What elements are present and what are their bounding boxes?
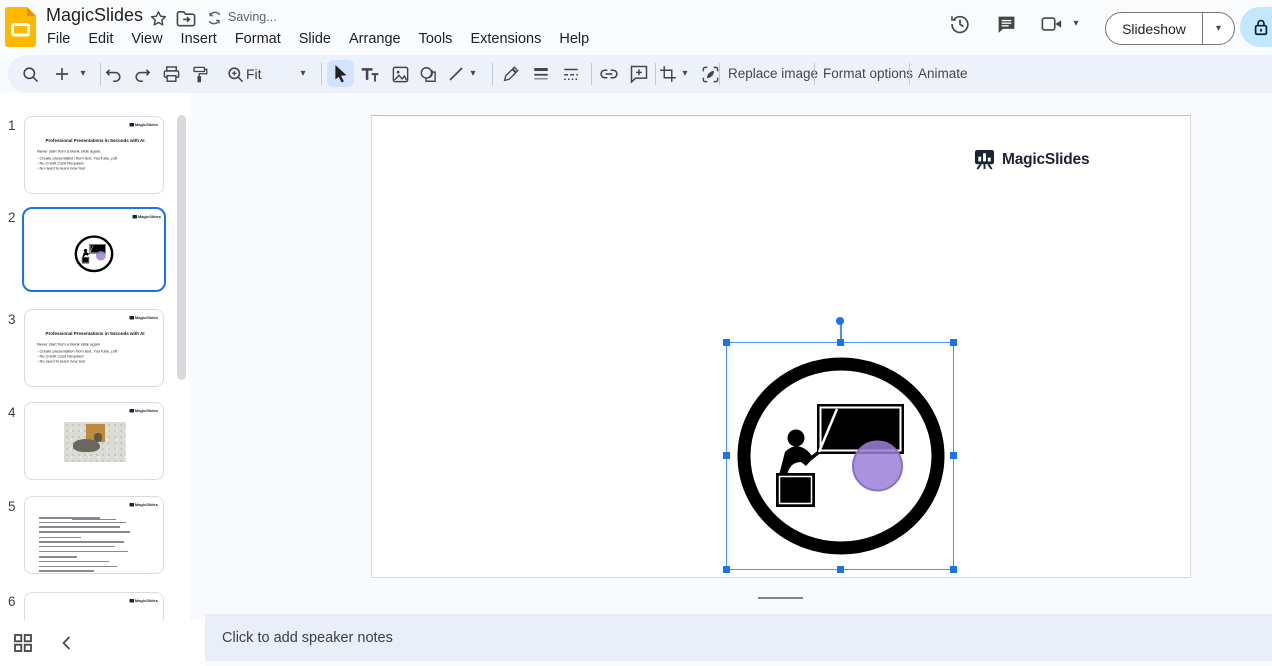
- crop-icon[interactable]: [656, 62, 680, 86]
- menu-extensions[interactable]: Extensions: [461, 28, 550, 50]
- slideshow-button[interactable]: Slideshow: [1106, 21, 1202, 37]
- border-weight-icon[interactable]: [529, 62, 553, 86]
- insert-link-icon[interactable]: [597, 62, 621, 86]
- slide-number: 2: [8, 210, 16, 225]
- slide-number: 6: [8, 594, 16, 609]
- crop-caret-icon[interactable]: ▾: [678, 62, 692, 86]
- slide-number: 4: [8, 405, 16, 420]
- replace-image-button[interactable]: Replace image: [728, 55, 818, 93]
- thumb-brand-logo: MagicSlides: [129, 599, 158, 603]
- bottom-left-bar: [0, 620, 205, 666]
- collapse-filmstrip-icon[interactable]: [56, 633, 76, 653]
- menu-view[interactable]: View: [122, 28, 171, 50]
- thumb-photo: [64, 422, 126, 462]
- header-bar: MagicSlides Saving... File Edit View Ins…: [0, 0, 1272, 55]
- presenter-image[interactable]: [729, 345, 953, 569]
- thumb-brand-logo: MagicSlides: [129, 409, 158, 413]
- lock-icon: [1252, 18, 1270, 37]
- slide-filmstrip: 1 MagicSlides Professional Presentations…: [0, 93, 190, 620]
- comments-icon[interactable]: [993, 11, 1019, 37]
- new-slide-icon[interactable]: [50, 62, 74, 86]
- menu-tools[interactable]: Tools: [410, 28, 462, 50]
- new-slide-caret-icon[interactable]: ▾: [76, 62, 90, 86]
- paint-format-icon[interactable]: [188, 62, 212, 86]
- slide-brand-logo[interactable]: MagicSlides: [973, 149, 1090, 170]
- saving-status: Saving...: [228, 10, 277, 24]
- menu-file[interactable]: File: [38, 28, 79, 50]
- image-selection-box[interactable]: [723, 317, 957, 573]
- menu-slide[interactable]: Slide: [290, 28, 340, 50]
- undo-icon[interactable]: [101, 62, 125, 86]
- thumb-brand-logo: MagicSlides: [129, 123, 158, 127]
- speaker-notes-placeholder[interactable]: Click to add speaker notes: [222, 630, 393, 646]
- zoom-value[interactable]: Fit: [246, 55, 262, 93]
- resize-handle-e[interactable]: [950, 452, 957, 459]
- slide-number: 1: [8, 118, 16, 133]
- version-history-icon[interactable]: [947, 11, 973, 37]
- toolbar: ▾ Fit ▾ ▾ ▾ Replace image Format options…: [8, 55, 1272, 93]
- menu-format[interactable]: Format: [226, 28, 290, 50]
- resize-handle-se[interactable]: [950, 566, 957, 573]
- slide-thumbnail-2-selected[interactable]: MagicSlides: [22, 207, 166, 292]
- print-icon[interactable]: [159, 62, 183, 86]
- menu-help[interactable]: Help: [550, 28, 598, 50]
- border-dash-icon[interactable]: [559, 62, 583, 86]
- grid-view-icon[interactable]: [12, 632, 34, 654]
- select-tool-icon[interactable]: [327, 60, 354, 87]
- resize-handle-ne[interactable]: [950, 339, 957, 346]
- menu-edit[interactable]: Edit: [79, 28, 122, 50]
- resize-handle-sw[interactable]: [723, 566, 730, 573]
- thumb-dense-text: [39, 517, 145, 573]
- slide-thumbnail-6[interactable]: MagicSlides: [24, 592, 164, 620]
- rotation-handle[interactable]: [836, 317, 844, 325]
- slide-thumbnail-5[interactable]: MagicSlides: [24, 496, 164, 574]
- resize-handle-s[interactable]: [837, 566, 844, 573]
- share-button[interactable]: [1240, 7, 1272, 47]
- google-slides-app: MagicSlides Saving... File Edit View Ins…: [0, 0, 1272, 666]
- search-menus-icon[interactable]: [18, 62, 42, 86]
- border-color-icon[interactable]: [499, 62, 523, 86]
- line-caret-icon[interactable]: ▾: [466, 62, 480, 86]
- insert-image-icon[interactable]: [388, 62, 412, 86]
- thumb-brand-logo: MagicSlides: [129, 316, 158, 320]
- redo-icon[interactable]: [130, 62, 154, 86]
- slide-number: 3: [8, 312, 16, 327]
- menu-bar: File Edit View Insert Format Slide Arran…: [38, 28, 598, 50]
- add-comment-icon[interactable]: [627, 62, 651, 86]
- slide-number: 5: [8, 499, 16, 514]
- meet-camera-icon[interactable]: [1039, 11, 1065, 37]
- animate-button[interactable]: Animate: [918, 55, 968, 93]
- slide-thumbnail-1[interactable]: MagicSlides Professional Presentations i…: [24, 116, 164, 194]
- slides-logo[interactable]: [5, 7, 36, 47]
- slideshow-button-group: Slideshow ▾: [1105, 12, 1235, 45]
- resize-handle-n[interactable]: [837, 339, 844, 346]
- menu-arrange[interactable]: Arrange: [340, 28, 410, 50]
- sync-saving-icon: [204, 8, 224, 28]
- thumb-brand-logo: MagicSlides: [132, 215, 161, 219]
- document-title[interactable]: MagicSlides: [46, 5, 143, 26]
- text-box-icon[interactable]: [358, 62, 382, 86]
- notes-resize-handle[interactable]: [758, 597, 803, 599]
- slide-thumbnail-4[interactable]: MagicSlides: [24, 402, 164, 480]
- slideshow-caret-button[interactable]: ▾: [1203, 23, 1234, 34]
- filmstrip-scrollbar[interactable]: [177, 115, 186, 380]
- meet-caret-icon[interactable]: ▾: [1068, 11, 1084, 37]
- resize-handle-nw[interactable]: [723, 339, 730, 346]
- insert-line-icon[interactable]: [444, 62, 468, 86]
- insert-shape-icon[interactable]: [416, 62, 440, 86]
- zoom-icon[interactable]: [223, 62, 247, 86]
- star-icon[interactable]: [148, 8, 168, 28]
- menu-insert[interactable]: Insert: [172, 28, 226, 50]
- move-folder-icon[interactable]: [176, 8, 196, 28]
- zoom-caret-icon[interactable]: ▾: [296, 62, 310, 86]
- thumb-presenter-image: [73, 233, 115, 275]
- resize-handle-w[interactable]: [723, 452, 730, 459]
- speaker-notes-panel[interactable]: Click to add speaker notes: [205, 614, 1272, 661]
- brandmark-icon: [973, 149, 996, 170]
- slide-thumbnail-3[interactable]: MagicSlides Professional Presentations i…: [24, 309, 164, 387]
- format-options-button[interactable]: Format options: [823, 55, 913, 93]
